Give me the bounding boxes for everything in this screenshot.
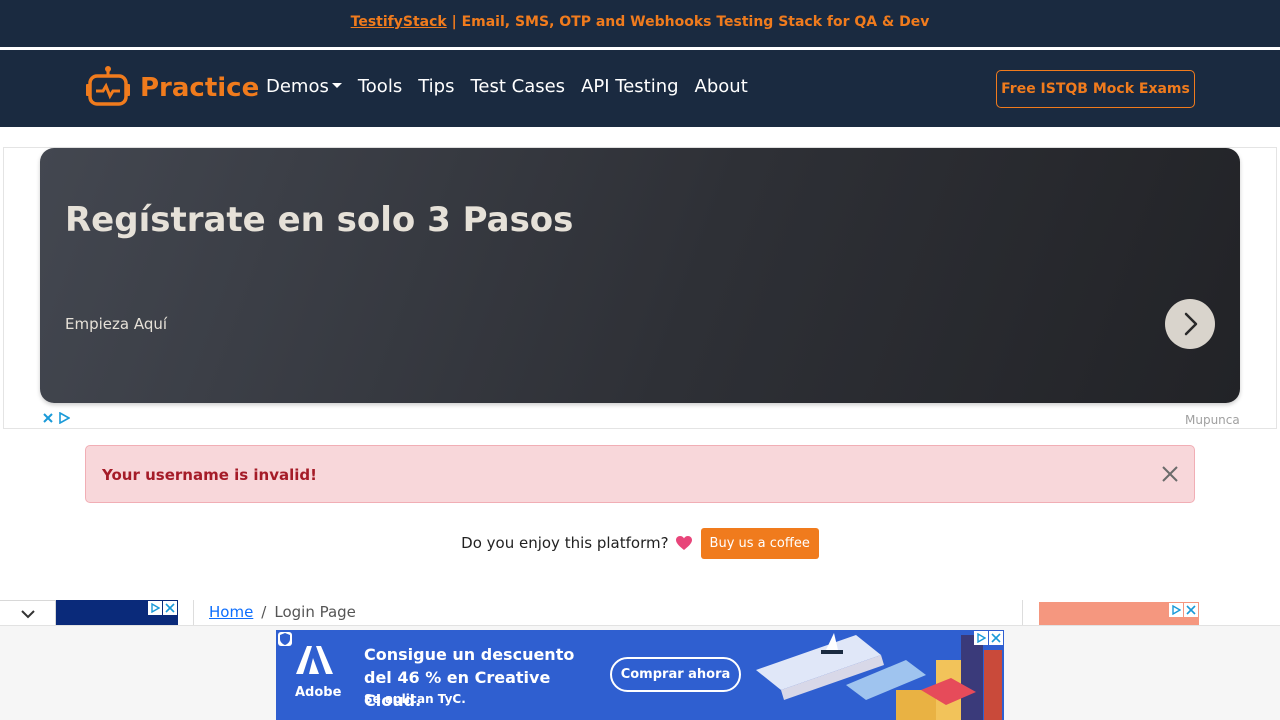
brand-link[interactable]: Practice [84, 65, 259, 111]
top-announcement-banner: TestifyStack | Email, SMS, OTP and Webho… [0, 0, 1280, 47]
bottom-ad-note: Se aplican TyC. [364, 692, 466, 706]
nav-demos-label: Demos [266, 76, 329, 97]
ad-choices-icon[interactable] [58, 412, 70, 424]
heart-icon [675, 536, 692, 550]
close-icon[interactable] [1184, 603, 1198, 617]
breadcrumb-home-link[interactable]: Home [209, 603, 253, 621]
buy-coffee-button[interactable]: Buy us a coffee [700, 527, 819, 559]
chevron-right-icon [1184, 312, 1198, 336]
right-side-ad[interactable] [1039, 602, 1199, 625]
nav-tools[interactable]: Tools [358, 76, 402, 97]
banner-text: | Email, SMS, OTP and Webhooks Testing S… [446, 14, 930, 30]
istqb-mock-exams-button[interactable]: Free ISTQB Mock Exams [996, 70, 1195, 108]
testifystack-link[interactable]: TestifyStack [351, 14, 447, 30]
nav-api-testing[interactable]: API Testing [581, 76, 678, 97]
breadcrumb-current: Login Page [274, 603, 356, 621]
nav-tips[interactable]: Tips [418, 76, 454, 97]
brand-name: Practice [140, 73, 260, 103]
nav-links: Demos Tools Tips Test Cases API Testing … [266, 76, 764, 97]
adobe-brand: Adobe [295, 685, 342, 700]
ad-choices-icon[interactable] [974, 631, 988, 645]
sidebar-divider-right [1022, 600, 1023, 625]
nav-test-cases[interactable]: Test Cases [470, 76, 565, 97]
sidebar-divider-left [193, 600, 194, 625]
caret-down-icon [331, 83, 342, 88]
ad-choices-icon[interactable] [148, 601, 162, 615]
coffee-prompt: Do you enjoy this platform? [461, 534, 669, 552]
nav-about[interactable]: About [695, 76, 748, 97]
close-icon[interactable] [989, 631, 1003, 645]
alert-message: Your username is invalid! [102, 466, 317, 484]
comprar-ahora-button[interactable]: Comprar ahora [610, 657, 741, 692]
left-side-ad[interactable] [56, 600, 178, 625]
city-illustration [746, 630, 1004, 720]
chevron-down-icon [21, 610, 35, 619]
adobe-bottom-ad[interactable]: Adobe Consigue un descuento del 46 % en … [276, 630, 1004, 720]
error-alert: Your username is invalid! [85, 445, 1195, 503]
collapse-ad-button[interactable] [0, 600, 56, 627]
ad-choices-icon[interactable] [1169, 603, 1183, 617]
breadcrumb: Home / Login Page [209, 603, 356, 621]
close-icon[interactable] [1160, 464, 1180, 484]
coffee-row: Do you enjoy this platform? Buy us a cof… [0, 527, 1280, 559]
ad-subtitle: Empieza Aquí [65, 315, 168, 333]
ad-credit: Mupunca [1185, 413, 1240, 427]
ad-banner[interactable]: Regístrate en solo 3 Pasos Empieza Aquí [40, 148, 1240, 403]
main-navbar: Practice Demos Tools Tips Test Cases API… [0, 50, 1280, 127]
robot-logo-icon [84, 64, 132, 113]
ad-title: Regístrate en solo 3 Pasos [65, 200, 574, 240]
shield-icon [278, 632, 292, 646]
close-icon[interactable] [163, 601, 177, 615]
ad-controls [42, 412, 70, 424]
ad-next-button[interactable] [1165, 299, 1215, 349]
close-icon[interactable] [42, 412, 54, 424]
breadcrumb-separator: / [261, 603, 267, 621]
nav-demos-dropdown[interactable]: Demos [266, 76, 342, 97]
